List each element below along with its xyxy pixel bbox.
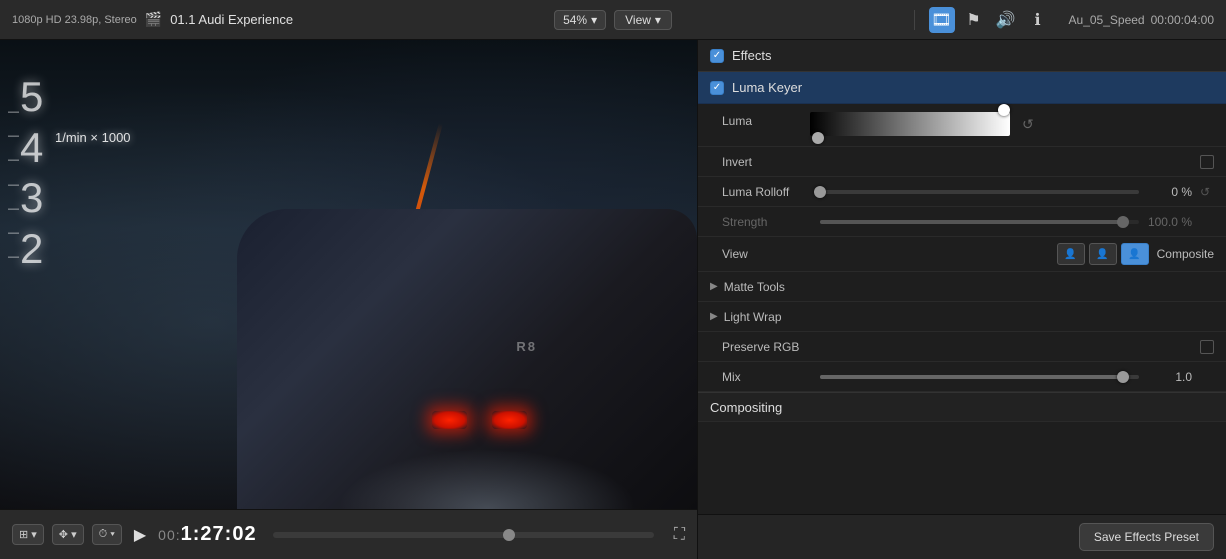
matte-tools-header[interactable]: ▶ Matte Tools — [698, 272, 1226, 302]
layout-button[interactable]: ⊞ ▾ — [12, 524, 44, 545]
tab-video-icon[interactable]: 🎞 — [929, 7, 955, 33]
effects-body: ✓ Effects ✓ Luma Keyer Luma — [698, 40, 1226, 514]
effects-checkbox[interactable]: ✓ — [710, 49, 724, 63]
luma-section: Luma ↺ — [698, 104, 1226, 147]
compositing-label: Compositing — [710, 400, 782, 415]
strength-label: Strength — [722, 215, 812, 229]
strength-row: Strength 100.0 % — [698, 207, 1226, 237]
tab-info-icon[interactable]: ℹ — [1025, 7, 1051, 33]
top-bar-left: 1080p HD 23.98p, Stereo 🎬 01.1 Audi Expe… — [12, 11, 554, 28]
taillight-left — [432, 411, 467, 429]
luma-handle-top[interactable] — [998, 104, 1010, 116]
luma-keyer-label: Luma Keyer — [732, 80, 802, 95]
luma-keyer-checkbox[interactable]: ✓ — [710, 81, 724, 95]
luma-rolloff-label: Luma Rolloff — [722, 185, 812, 199]
view-label: View — [722, 247, 748, 261]
strength-fill — [820, 220, 1123, 224]
strength-thumb — [1117, 216, 1129, 228]
tab-audio-icon[interactable]: 🔊 — [993, 7, 1019, 33]
water-splash — [337, 449, 637, 509]
bottom-bar: Save Effects Preset — [698, 514, 1226, 559]
video-controls: ⊞ ▾ ✥ ▾ ⏱ ▾ ▶ 00:1:27:02 ⛶ — [0, 509, 697, 559]
light-wrap-arrow: ▶ — [710, 311, 718, 322]
film-icon: 🎬 — [145, 11, 162, 28]
clip-name-right: Au_05_Speed — [1069, 13, 1145, 27]
luma-rolloff-thumb[interactable] — [814, 186, 826, 198]
top-bar: 1080p HD 23.98p, Stereo 🎬 01.1 Audi Expe… — [0, 0, 1226, 40]
scrubber[interactable] — [273, 532, 654, 538]
timecode-right: 00:00:04:00 — [1151, 13, 1214, 27]
video-panel: 5 4 3 2 ——————— 1/min × 1000 — [0, 40, 697, 559]
mix-track[interactable] — [820, 375, 1139, 379]
effects-panel: ✓ Effects ✓ Luma Keyer Luma — [697, 40, 1226, 559]
effects-label: Effects — [732, 48, 772, 63]
main-content: 5 4 3 2 ——————— 1/min × 1000 — [0, 40, 1226, 559]
view-matte-button[interactable]: 👤 — [1057, 243, 1085, 265]
tick-marks: ——————— — [8, 100, 19, 269]
tab-flag-icon[interactable]: ⚑ — [961, 7, 987, 33]
speed-button[interactable]: ⏱ ▾ — [92, 524, 122, 545]
compositing-header[interactable]: Compositing — [698, 392, 1226, 422]
strength-track — [820, 220, 1139, 224]
view-row: View 👤 👤 👤 Composite — [698, 237, 1226, 272]
mix-value: 1.0 — [1147, 370, 1192, 384]
timecode-display: 00:1:27:02 — [158, 523, 256, 546]
scrubber-thumb[interactable] — [503, 529, 515, 541]
preserve-rgb-row: Preserve RGB — [698, 332, 1226, 362]
speed-label: 1/min × 1000 — [55, 130, 131, 145]
effects-panel-wrapper: ✓ Effects ✓ Luma Keyer Luma — [697, 40, 1226, 559]
preserve-rgb-checkbox[interactable] — [1200, 340, 1214, 354]
top-bar-center: 54% ▾ View ▾ — [554, 10, 672, 30]
luma-rolloff-track[interactable] — [820, 190, 1139, 194]
video-area: 5 4 3 2 ——————— 1/min × 1000 — [0, 40, 697, 509]
luma-gradient-bar[interactable] — [810, 112, 1010, 136]
luma-keyer-row: ✓ Luma Keyer — [698, 72, 1226, 104]
luma-handle-bottom[interactable] — [812, 132, 824, 144]
luma-reset-icon[interactable]: ↺ — [1022, 116, 1034, 133]
taillight-right — [492, 411, 527, 429]
invert-row: Invert — [698, 147, 1226, 177]
invert-label: Invert — [722, 155, 752, 169]
strength-value: 100.0 % — [1147, 215, 1192, 229]
fullscreen-button[interactable]: ⛶ — [674, 526, 685, 544]
video-content: 5 4 3 2 ——————— 1/min × 1000 — [0, 40, 697, 509]
luma-label: Luma — [722, 114, 802, 128]
matte-tools-arrow: ▶ — [710, 281, 718, 292]
luma-bar-container: Luma ↺ — [722, 112, 1214, 136]
luma-rolloff-value: 0 % — [1147, 185, 1192, 199]
mix-thumb[interactable] — [1117, 371, 1129, 383]
light-wrap-label: Light Wrap — [724, 310, 782, 324]
mix-label: Mix — [722, 370, 812, 384]
mix-row: Mix 1.0 — [698, 362, 1226, 392]
top-bar-right: 🎞 ⚑ 🔊 ℹ Au_05_Speed 00:00:04:00 — [672, 7, 1214, 33]
light-wrap-header[interactable]: ▶ Light Wrap — [698, 302, 1226, 332]
save-effects-preset-button[interactable]: Save Effects Preset — [1079, 523, 1214, 551]
preserve-rgb-label: Preserve RGB — [722, 340, 799, 354]
play-button[interactable]: ▶ — [130, 521, 150, 549]
divider — [914, 10, 915, 30]
car-silhouette: R8 — [237, 209, 697, 509]
clip-title: 01.1 Audi Experience — [170, 12, 293, 27]
speedometer-numbers: 5 4 3 2 — [20, 70, 43, 276]
luma-rolloff-reset[interactable]: ↺ — [1200, 185, 1214, 199]
invert-checkbox[interactable] — [1200, 155, 1214, 169]
view-source-button[interactable]: 👤 — [1089, 243, 1117, 265]
matte-tools-label: Matte Tools — [724, 280, 785, 294]
zoom-button[interactable]: 54% ▾ — [554, 10, 606, 30]
luma-rolloff-row: Luma Rolloff 0 % ↺ — [698, 177, 1226, 207]
view-composite-label: Composite — [1157, 247, 1214, 261]
view-composite-button[interactable]: 👤 — [1121, 243, 1149, 265]
effects-main-row: ✓ Effects — [698, 40, 1226, 72]
clip-info: 1080p HD 23.98p, Stereo — [12, 14, 137, 26]
mix-fill — [820, 375, 1123, 379]
view-button[interactable]: View ▾ — [614, 10, 672, 30]
view-buttons: 👤 👤 👤 — [1057, 243, 1149, 265]
transform-button[interactable]: ✥ ▾ — [52, 524, 84, 545]
